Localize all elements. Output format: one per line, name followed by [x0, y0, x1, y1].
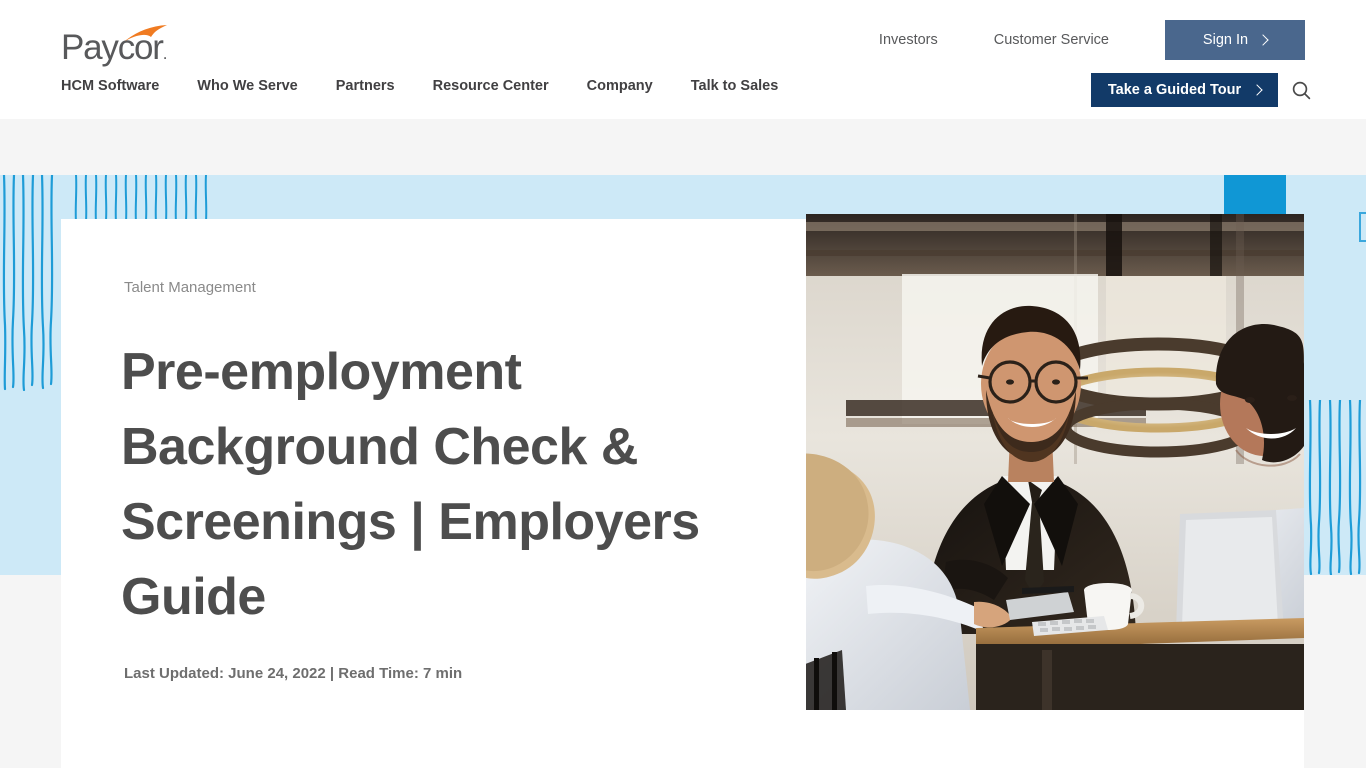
utility-navigation: Investors Customer Service Sign In — [879, 20, 1366, 60]
nav-item-company[interactable]: Company — [587, 75, 653, 97]
sign-in-label: Sign In — [1202, 32, 1249, 48]
util-link-investors[interactable]: Investors — [879, 32, 938, 48]
decorative-accent-square — [1224, 175, 1286, 215]
nav-item-resource-center[interactable]: Resource Center — [433, 75, 549, 97]
decorative-stripes-left-tall — [2, 175, 54, 391]
take-a-guided-tour-button[interactable]: Take a Guided Tour — [1091, 73, 1278, 107]
site-header: Paycor. HCM Software Who We Serve Partne… — [0, 0, 1366, 119]
nav-item-who-we-serve[interactable]: Who We Serve — [197, 75, 297, 97]
article-category[interactable]: Talent Management — [124, 278, 256, 298]
main-navigation: HCM Software Who We Serve Partners Resou… — [61, 74, 778, 98]
chevron-right-icon — [1259, 36, 1267, 44]
sign-in-button[interactable]: Sign In — [1165, 20, 1305, 60]
article-hero-image — [806, 214, 1304, 710]
article-meta: Last Updated: June 24, 2022 | Read Time:… — [124, 665, 463, 682]
logo-trademark: . — [162, 44, 168, 63]
chevron-right-icon — [1253, 86, 1261, 94]
search-button[interactable] — [1278, 73, 1324, 107]
decorative-outline-rectangle — [1359, 212, 1366, 242]
util-link-customer-service[interactable]: Customer Service — [994, 32, 1109, 48]
decorative-stripes-right — [1308, 400, 1362, 575]
paycor-swoosh-icon — [125, 25, 167, 41]
header-actions-row: Take a Guided Tour — [1091, 73, 1366, 107]
nav-item-partners[interactable]: Partners — [336, 75, 395, 97]
paycor-logo[interactable]: Paycor. — [61, 25, 193, 68]
decorative-stripes-left-short — [74, 175, 208, 223]
breadcrumb-bar — [0, 119, 1366, 175]
nav-item-hcm-software[interactable]: HCM Software — [61, 75, 159, 97]
guided-tour-label: Take a Guided Tour — [1107, 82, 1242, 98]
nav-item-talk-to-sales[interactable]: Talk to Sales — [691, 75, 779, 97]
search-icon — [1292, 81, 1310, 99]
page-title: Pre-employment Background Check & Screen… — [121, 343, 700, 626]
